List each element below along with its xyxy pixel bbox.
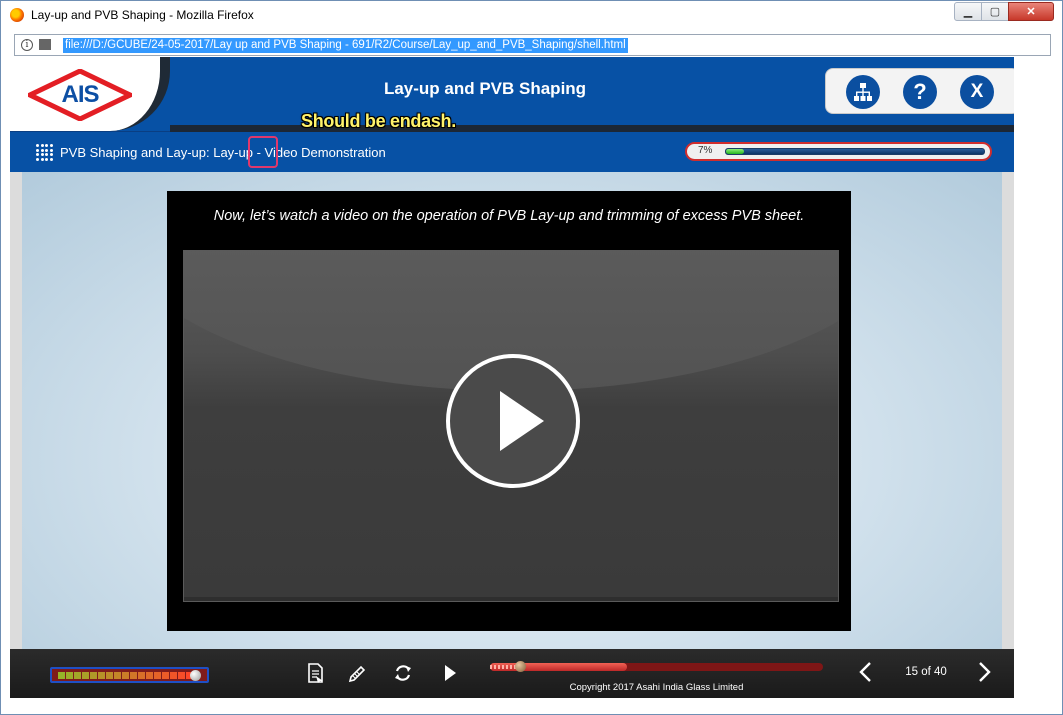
help-button[interactable]: ? [903,75,937,109]
video-panel: Now, let’s watch a video on the operatio… [167,191,851,631]
video-player[interactable] [183,250,839,602]
url-text[interactable]: file:///D:/GCUBE/24-05-2017/Lay up and P… [63,38,628,53]
sitemap-button[interactable] [846,75,880,109]
footer-play-button[interactable] [439,662,461,684]
transcript-button[interactable] [305,662,327,684]
sitemap-icon [854,83,872,101]
transcript-icon [308,663,323,683]
volume-cell [90,672,97,679]
seek-position [490,665,517,669]
volume-knob[interactable] [190,670,201,681]
volume-cell [170,672,177,679]
chevron-left-icon [859,662,871,682]
browser-window: Lay-up and PVB Shaping - Mozilla Firefox… [0,0,1063,715]
breadcrumb: PVB Shaping and Lay-up: Lay-up - Video D… [60,145,386,160]
window-right-margin [1014,57,1062,698]
page-icon [39,39,51,50]
volume-cell [154,672,161,679]
minimize-button[interactable]: ▁ [954,2,982,21]
volume-cell [106,672,113,679]
seek-knob[interactable] [514,661,526,672]
previous-page-button[interactable] [855,660,877,684]
play-icon [445,665,456,681]
pencil-icon [348,665,366,683]
volume-cell [178,672,185,679]
replay-button[interactable] [392,662,414,684]
course-player: AIS Lay-up and PVB Shaping ? X PVB Shapi… [10,57,1014,698]
play-icon [500,391,544,451]
breadcrumb-bar: PVB Shaping and Lay-up: Lay-up - Video D… [10,132,1014,172]
volume-cell [146,672,153,679]
chevron-right-icon [979,662,991,682]
firefox-icon [10,8,24,22]
course-title: Lay-up and PVB Shaping [383,79,587,98]
volume-level [58,672,194,679]
volume-cell [162,672,169,679]
course-progress: 7% [685,142,992,161]
content-stage: Now, let’s watch a video on the operatio… [22,172,1002,649]
exit-button[interactable]: X [960,75,994,109]
title-bar: Lay-up and PVB Shaping - Mozilla Firefox… [1,1,1062,31]
volume-control[interactable] [50,667,209,683]
close-window-button[interactable]: ✕ [1008,2,1054,21]
video-caption: Now, let’s watch a video on the operatio… [213,208,805,224]
maximize-button[interactable]: ▢ [981,2,1009,21]
menu-grid-icon[interactable] [36,144,53,161]
course-header: AIS Lay-up and PVB Shaping ? X [10,57,1014,132]
volume-cell [138,672,145,679]
annotation-highlight-box [248,136,278,168]
volume-cell [58,672,65,679]
volume-cell [122,672,129,679]
replay-icon [395,665,411,681]
review-annotation: Should be endash. [301,111,456,131]
player-footer: Copyright 2017 Asahi India Glass Limited… [10,649,1014,698]
window-title: Lay-up and PVB Shaping - Mozilla Firefox [31,8,254,22]
volume-cell [98,672,105,679]
volume-cell [66,672,73,679]
video-bottom-line [184,597,838,601]
logo-area: AIS [10,57,170,131]
volume-cell [74,672,81,679]
header-toolbox: ? X [825,68,1014,114]
next-page-button[interactable] [973,660,995,684]
url-bar[interactable]: i file:///D:/GCUBE/24-05-2017/Lay up and… [14,34,1051,56]
progress-track [725,148,985,155]
volume-cell [82,672,89,679]
info-icon[interactable]: i [21,39,33,51]
header-stripe [170,125,1014,132]
seek-bar[interactable] [490,661,823,672]
stage-edge-right [1002,172,1014,649]
volume-cell [114,672,121,679]
notes-button[interactable] [347,662,369,684]
stage-edge-left [10,172,22,649]
volume-cell [130,672,137,679]
progress-fill [726,149,745,154]
logo-text: AIS [61,81,99,108]
video-play-button[interactable] [446,354,580,488]
page-counter: 15 of 40 [905,666,947,678]
progress-percent: 7% [698,145,713,156]
copyright-text: Copyright 2017 Asahi India Glass Limited [569,682,744,693]
